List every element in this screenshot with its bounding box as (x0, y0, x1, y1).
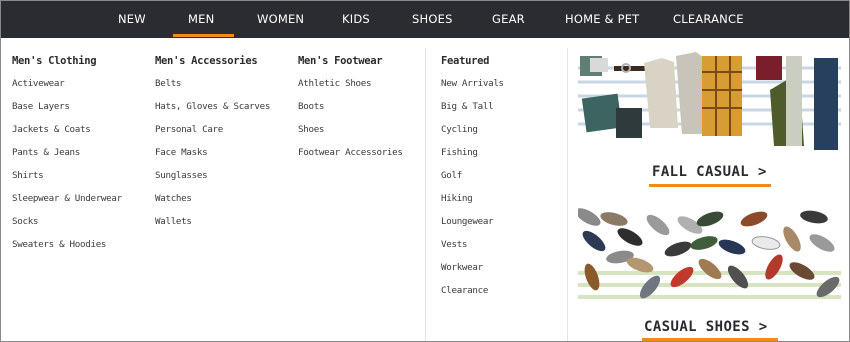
link-sunglasses[interactable]: Sunglasses (155, 170, 208, 181)
link-pants-jeans[interactable]: Pants & Jeans (12, 147, 80, 158)
column-mens-clothing: Men's Clothing Activewear Base Layers Ja… (12, 55, 122, 262)
link-hats-gloves-scarves[interactable]: Hats, Gloves & Scarves (155, 101, 270, 112)
casual-shoes-link[interactable]: CASUAL SHOES > (644, 319, 768, 335)
link-jackets-coats[interactable]: Jackets & Coats (12, 124, 91, 135)
link-sleepwear-underwear[interactable]: Sleepwear & Underwear (12, 193, 122, 204)
link-footwear-accessories[interactable]: Footwear Accessories (298, 147, 403, 158)
link-athletic-shoes[interactable]: Athletic Shoes (298, 78, 372, 89)
link-wallets[interactable]: Wallets (155, 216, 192, 227)
link-personal-care[interactable]: Personal Care (155, 124, 223, 135)
column-heading: Featured (441, 55, 490, 67)
nav-clearance[interactable]: CLEARANCE (673, 12, 744, 26)
column-mens-footwear: Men's Footwear Athletic Shoes Boots Shoe… (298, 55, 403, 170)
link-vests[interactable]: Vests (441, 239, 467, 250)
column-heading: Men's Clothing (12, 55, 97, 67)
column-featured: Featured New Arrivals Big & Tall Cycling… (441, 55, 504, 308)
link-workwear[interactable]: Workwear (441, 262, 483, 273)
link-shoes[interactable]: Shoes (298, 124, 324, 135)
nav-men[interactable]: MEN (188, 12, 214, 26)
column-mens-accessories: Men's Accessories Belts Hats, Gloves & S… (155, 55, 270, 239)
link-boots[interactable]: Boots (298, 101, 324, 112)
column-divider (567, 48, 568, 341)
link-shirts[interactable]: Shirts (12, 170, 44, 181)
link-golf[interactable]: Golf (441, 170, 462, 181)
nav-gear[interactable]: GEAR (492, 12, 525, 26)
nav-women[interactable]: WOMEN (257, 12, 304, 26)
link-big-tall[interactable]: Big & Tall (441, 101, 494, 112)
link-base-layers[interactable]: Base Layers (12, 101, 70, 112)
link-clearance[interactable]: Clearance (441, 285, 488, 296)
mega-menu: NEW MEN WOMEN KIDS SHOES GEAR HOME & PET… (0, 0, 850, 342)
link-new-arrivals[interactable]: New Arrivals (441, 78, 504, 89)
link-watches[interactable]: Watches (155, 193, 192, 204)
fall-casual-link[interactable]: FALL CASUAL > (652, 164, 767, 180)
link-face-masks[interactable]: Face Masks (155, 147, 208, 158)
nav-shoes[interactable]: SHOES (412, 12, 453, 26)
top-nav: NEW MEN WOMEN KIDS SHOES GEAR HOME & PET… (1, 1, 849, 38)
link-belts[interactable]: Belts (155, 78, 181, 89)
casual-shoes-image[interactable] (578, 207, 841, 307)
promo-underline (649, 184, 771, 187)
shoes-flatlay-illustration (578, 207, 841, 307)
link-sweaters-hoodies[interactable]: Sweaters & Hoodies (12, 239, 106, 250)
nav-home-pet[interactable]: HOME & PET (565, 12, 639, 26)
column-heading: Men's Accessories (155, 55, 258, 67)
active-nav-underline (173, 34, 234, 37)
fall-casual-image[interactable] (578, 48, 841, 152)
column-divider (425, 48, 426, 341)
link-hiking[interactable]: Hiking (441, 193, 473, 204)
nav-kids[interactable]: KIDS (342, 12, 370, 26)
link-loungewear[interactable]: Loungewear (441, 216, 494, 227)
nav-new[interactable]: NEW (118, 12, 146, 26)
column-heading: Men's Footwear (298, 55, 383, 67)
link-cycling[interactable]: Cycling (441, 124, 478, 135)
link-activewear[interactable]: Activewear (12, 78, 65, 89)
promo-underline (642, 338, 778, 341)
link-socks[interactable]: Socks (12, 216, 38, 227)
link-fishing[interactable]: Fishing (441, 147, 478, 158)
clothing-flatlay-illustration (578, 48, 841, 152)
